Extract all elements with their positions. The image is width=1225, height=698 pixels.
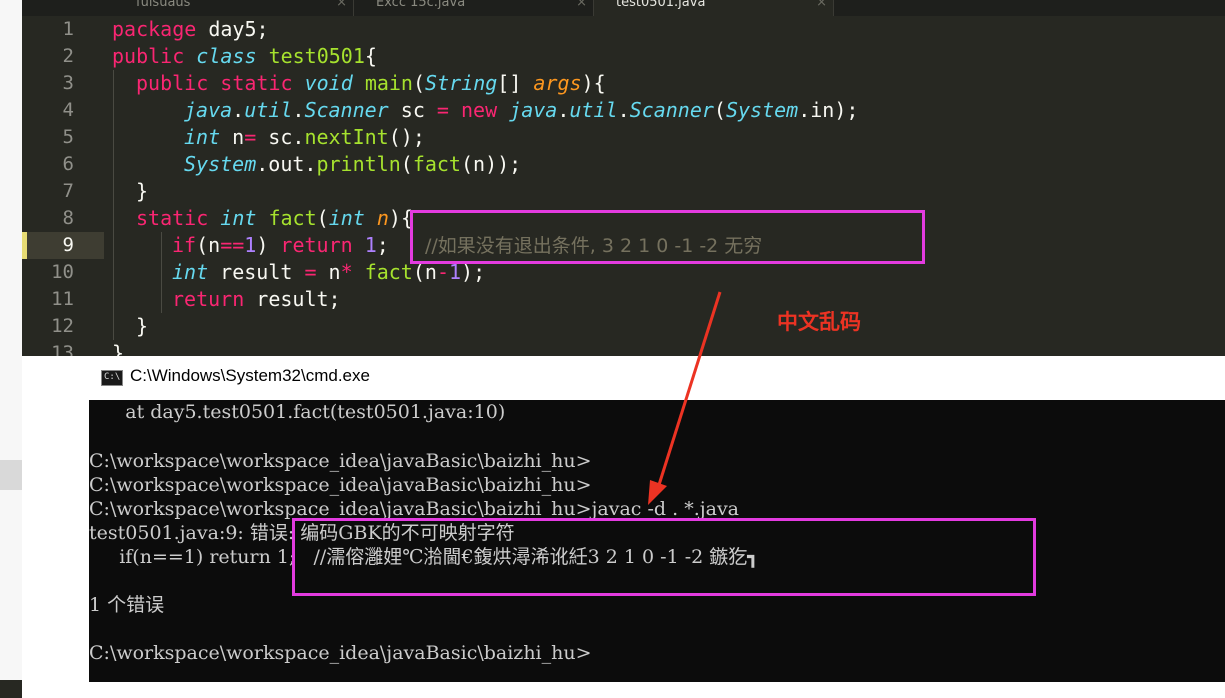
code-line-2: public class test0501{ <box>112 44 377 68</box>
cmd-window-title: C:\Windows\System32\cmd.exe <box>130 366 370 385</box>
line-number-gutter: 1 2 3 4 5 6 7 8 9 10 11 12 13 <box>22 16 104 356</box>
code-line-12: } <box>136 314 149 338</box>
line-number: 5 <box>62 126 74 148</box>
code-line-13: } <box>112 341 125 356</box>
cmd-title-bar[interactable]: C:\ C:\Windows\System32\cmd.exe <box>89 356 1225 400</box>
line-number: 13 <box>51 342 74 356</box>
code-line-7: } <box>136 179 149 203</box>
code-editor[interactable]: 1 2 3 4 5 6 7 8 9 10 11 12 13 package da… <box>22 16 1225 356</box>
tab-label: fuisuaus <box>136 0 191 10</box>
left-dark-corner <box>0 680 22 698</box>
indent-guide <box>113 70 114 340</box>
console-line: at day5.test0501.fact(test0501.java:10) <box>89 401 506 423</box>
code-line-6: System.out.println(fact(n)); <box>184 152 522 176</box>
code-line-5: int n= sc.nextInt(); <box>184 125 425 149</box>
tab-label: test0501.java <box>616 0 706 10</box>
console-line: C:\workspace\workspace_idea\javaBasic\ba… <box>89 474 592 496</box>
tab-test0501[interactable]: test0501.java × <box>594 0 834 16</box>
line-number: 12 <box>51 315 74 337</box>
line-number: 8 <box>62 207 74 229</box>
cmd-icon: C:\ <box>101 370 123 386</box>
console-line: C:\workspace\workspace_idea\javaBasic\ba… <box>89 450 592 472</box>
annotation-box-error <box>292 518 1036 596</box>
left-background-strip <box>0 0 22 698</box>
line-number: 2 <box>62 45 74 67</box>
line-number: 10 <box>51 261 74 283</box>
console-error-count: 1 个错误 <box>89 594 165 616</box>
tab-file-1[interactable]: fuisuaus × <box>114 0 354 16</box>
line-number: 3 <box>62 72 74 94</box>
code-line-4: java.util.Scanner sc = new java.util.Sca… <box>184 98 859 122</box>
line-number: 4 <box>62 99 74 121</box>
console-prompt: C:\workspace\workspace_idea\javaBasic\ba… <box>89 642 592 664</box>
indent-guide <box>161 232 162 313</box>
left-grey-block <box>0 460 22 490</box>
close-icon[interactable]: × <box>336 0 347 12</box>
editor-tab-bar: fuisuaus × Excc 15c.java × test0501.java… <box>22 0 1225 16</box>
line-number: 1 <box>62 18 74 40</box>
line-number: 11 <box>51 288 74 310</box>
close-icon[interactable]: × <box>816 0 827 12</box>
annotation-box-comment <box>410 210 925 264</box>
code-line-8: static int fact(int n){ <box>136 206 413 230</box>
code-line-3: public static void main(String[] args){ <box>136 71 606 95</box>
line-number: 6 <box>62 153 74 175</box>
code-line-1: package day5; <box>112 17 269 41</box>
close-icon[interactable]: × <box>576 0 587 12</box>
tab-label: Excc 15c.java <box>376 0 466 10</box>
annotation-label: 中文乱码 <box>777 310 861 334</box>
code-line-11: return result; <box>172 287 341 311</box>
tab-file-2[interactable]: Excc 15c.java × <box>354 0 594 16</box>
line-number-current: 9 <box>62 234 74 256</box>
line-number: 7 <box>62 180 74 202</box>
